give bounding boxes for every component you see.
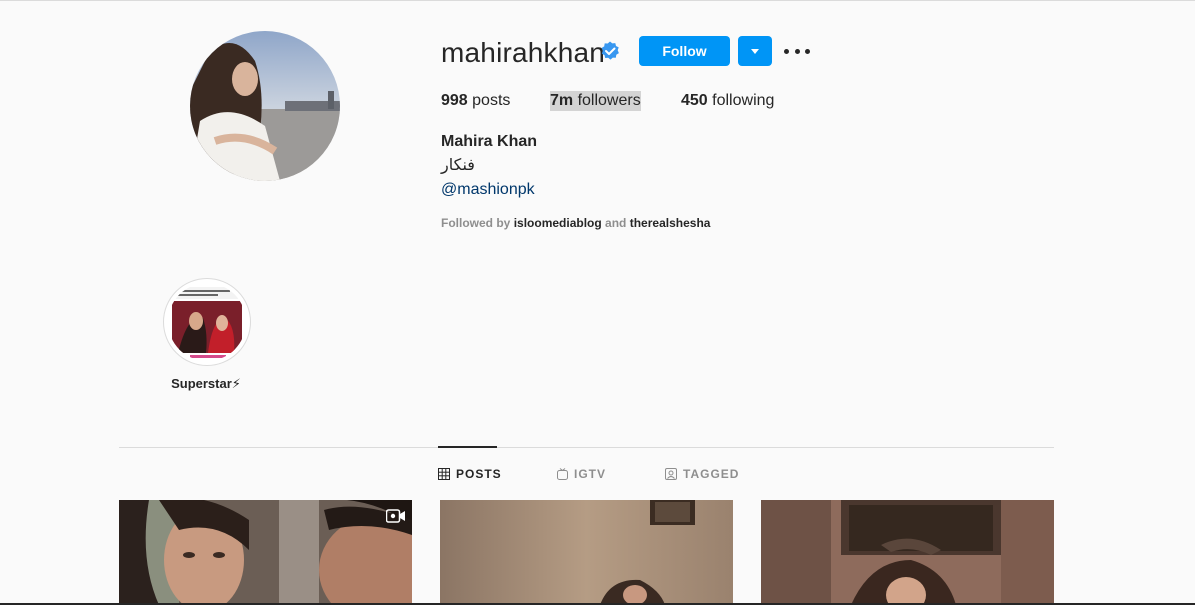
follow-button[interactable]: Follow [639,36,730,66]
following-count-label: following [712,92,775,109]
following-count-value: 450 [681,92,708,109]
suggested-accounts-dropdown-button[interactable] [738,36,772,66]
ellipsis-dot-icon [794,48,800,54]
tab-posts-label: POSTS [456,467,502,481]
profile-avatar[interactable] [190,31,340,181]
bio-mention-link[interactable]: @mashionpk [441,180,535,200]
verified-badge-icon [601,41,619,60]
tabs-divider [119,447,1054,448]
tab-tagged[interactable]: TAGGED [665,466,739,482]
following-link[interactable]: 450 following [681,91,774,111]
followed-by-account-link[interactable]: therealshesha [630,216,711,230]
tagged-user-icon [665,468,677,480]
followed-by-conjunction: and [605,216,627,230]
post-thumbnail[interactable] [119,500,412,605]
active-tab-indicator [438,446,497,448]
post-thumbnail[interactable] [440,500,733,605]
followed-by-prefix: Followed by [441,216,511,230]
profile-page: mahirahkhan Follow 998 posts 7m follower… [0,0,1195,605]
followed-by-text: Followed by isloomediablog and therealsh… [441,216,710,230]
top-divider [0,0,1195,1]
profile-bio: فنکار [441,157,475,174]
story-highlight[interactable] [163,278,251,366]
chevron-down-icon [751,48,759,54]
posts-count: 998 posts [441,91,510,111]
post-image [440,500,733,605]
highlight-cover-image [168,283,246,361]
tab-tagged-label: TAGGED [683,467,740,481]
highlight-label: Superstar⚡ [171,376,241,391]
followers-count-value: 7m [550,92,574,109]
ellipsis-dot-icon [805,48,810,54]
ellipsis-dot-icon [784,48,789,54]
avatar-photo [190,31,340,181]
post-thumbnail[interactable] [761,500,1054,605]
followers-link[interactable]: 7m followers [550,91,641,111]
tab-igtv[interactable]: IGTV [557,466,606,482]
grid-icon [438,468,450,480]
tab-igtv-label: IGTV [574,467,607,481]
igtv-icon [557,468,568,480]
highlight-cover [168,283,246,361]
video-camera-icon [386,509,405,523]
profile-full-name: Mahira Khan [441,133,538,150]
post-image [119,500,412,605]
followed-by-account-link[interactable]: isloomediablog [514,216,602,230]
tab-posts[interactable]: POSTS [438,466,502,482]
profile-username: mahirahkhan [441,37,606,68]
posts-count-label: posts [472,92,511,109]
posts-count-value: 998 [441,92,468,109]
followers-count-label: followers [577,92,641,109]
more-options-button[interactable] [784,42,810,60]
post-image [761,500,1054,605]
